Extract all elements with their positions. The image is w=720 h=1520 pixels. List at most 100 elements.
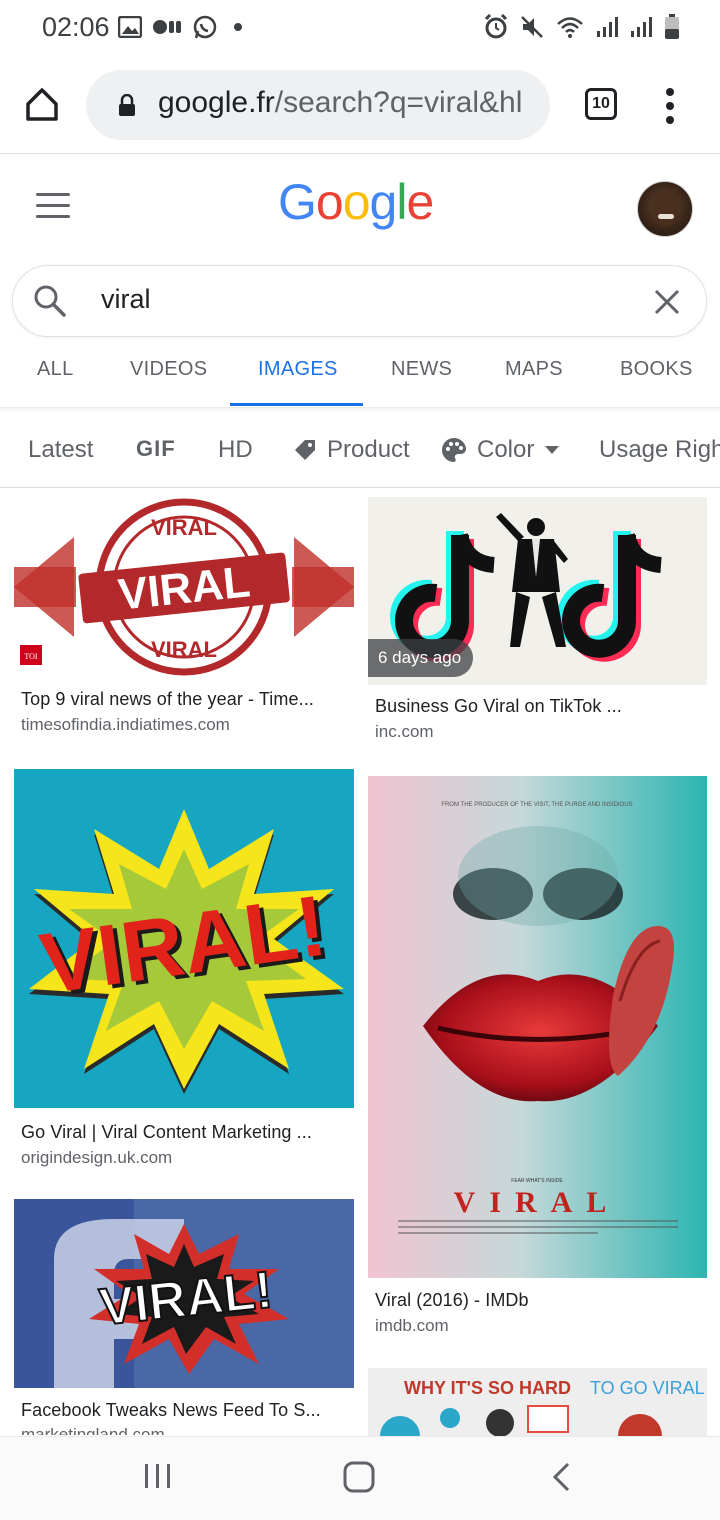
result-thumbnail[interactable]: FROM THE PRODUCER OF THE VISIT, THE PURG… [368, 776, 707, 1278]
result-title: Business Go Viral on TikTok ... [375, 696, 622, 716]
result-thumbnail[interactable]: 6 days ago [368, 497, 707, 685]
url-path: /search?q=viral&hl [274, 86, 523, 119]
url-domain: google.fr [158, 86, 275, 119]
filter-hd-label: HD [218, 436, 253, 463]
filter-gif[interactable]: GIF [136, 436, 176, 462]
filter-usage-label: Usage Righ [599, 436, 720, 463]
image-result-card[interactable]: FROM THE PRODUCER OF THE VISIT, THE PURG… [368, 776, 707, 1341]
palette-icon [442, 438, 466, 462]
tab-switcher-button[interactable]: 10 [585, 88, 617, 120]
browser-toolbar: google.fr/search?q=viral&hl 10 [0, 56, 720, 154]
result-title: Top 9 viral news of the year - Time... [21, 689, 314, 709]
result-title: Go Viral | Viral Content Marketing ... [21, 1122, 312, 1142]
search-icon[interactable] [33, 284, 67, 318]
poster-tagline: FEAR WHAT'S INSIDE [511, 1178, 563, 1184]
stamp-text-bottom: VIRAL [151, 637, 217, 662]
avatar[interactable] [637, 181, 693, 237]
mute-icon [521, 16, 543, 38]
result-thumbnail[interactable]: VIRAL! [14, 1199, 354, 1388]
gallery-icon [118, 16, 142, 38]
system-navigation-bar [0, 1436, 720, 1520]
viral-burst-image: VIRAL! VIRAL! [14, 769, 354, 1108]
logo-letter: g [369, 174, 398, 230]
battery-icon [665, 14, 679, 39]
result-thumbnail[interactable]: WHY IT'S SO HARD TO GO VIRAL [368, 1368, 707, 1436]
filter-latest[interactable]: Latest [28, 436, 93, 464]
filter-color-label: Color [477, 436, 535, 463]
result-source: imdb.com [375, 1316, 449, 1335]
status-left-icons [118, 14, 248, 40]
status-right-icons [484, 14, 680, 40]
result-source: inc.com [375, 722, 434, 741]
result-title: Viral (2016) - IMDb [375, 1290, 529, 1310]
url-text: google.fr/search?q=viral&hl [158, 86, 538, 120]
filter-latest-label: Latest [28, 436, 94, 463]
infographic-image: WHY IT'S SO HARD TO GO VIRAL [368, 1368, 707, 1436]
image-result-card[interactable]: WHY IT'S SO HARD TO GO VIRAL [368, 1368, 707, 1436]
whatsapp-icon [193, 15, 217, 39]
poster-tagline-top: FROM THE PRODUCER OF THE VISIT, THE PURG… [441, 802, 632, 808]
result-thumbnail[interactable]: VIRAL! VIRAL! [14, 769, 354, 1108]
lock-icon [119, 94, 135, 116]
viral-stamp-image: VIRAL VIRAL VIRAL TOI [14, 497, 354, 677]
logo-letter: o [315, 174, 344, 230]
search-input[interactable] [101, 284, 621, 315]
movie-poster-image: FROM THE PRODUCER OF THE VISIT, THE PURG… [368, 776, 707, 1278]
image-result-card[interactable]: VIRAL! Facebook Tweaks News Feed To S...… [14, 1199, 354, 1435]
logo-letter: e [406, 174, 434, 230]
home-icon[interactable] [22, 84, 62, 124]
logo-letter: o [342, 174, 371, 230]
tab-books[interactable]: BOOKS [620, 358, 693, 381]
close-icon[interactable] [653, 288, 681, 316]
back-icon[interactable] [550, 1461, 572, 1493]
recents-icon[interactable] [144, 1461, 172, 1491]
alarm-icon [484, 14, 508, 39]
active-tab-indicator [230, 403, 363, 406]
signal-icon [631, 17, 652, 37]
tab-videos[interactable]: VIDEOS [130, 358, 207, 381]
google-logo[interactable]: Google [278, 173, 434, 231]
filter-usage-rights[interactable]: Usage Righ [599, 436, 720, 464]
status-bar: 02:06 [0, 0, 720, 56]
chevron-down-icon [545, 446, 560, 454]
tab-maps[interactable]: MAPS [505, 358, 563, 381]
stamp-text-top: VIRAL [151, 515, 217, 540]
wifi-icon [557, 17, 583, 38]
infographic-title-red: WHY IT'S SO HARD [404, 1378, 571, 1398]
tab-images[interactable]: IMAGES [258, 358, 338, 381]
filter-chips: Latest GIF HD Product Color Usage Righ [0, 412, 720, 488]
poster-title: VIRAL [454, 1186, 621, 1219]
filter-color[interactable]: Color [441, 436, 560, 464]
search-tabs: ALL VIDEOS IMAGES NEWS MAPS BOOKS [0, 340, 720, 408]
status-time: 02:06 [42, 12, 110, 42]
result-title: Facebook Tweaks News Feed To S... [21, 1400, 321, 1420]
home-nav-icon[interactable] [343, 1461, 375, 1493]
image-result-card[interactable]: 6 days ago Business Go Viral on TikTok .… [368, 497, 707, 747]
tab-news[interactable]: NEWS [391, 358, 452, 381]
logo-letter: l [396, 174, 407, 230]
tag-icon [295, 440, 315, 460]
menu-icon[interactable] [36, 193, 70, 219]
filter-gif-label: GIF [136, 436, 176, 461]
google-header: Google [0, 155, 720, 255]
dot-icon [234, 23, 242, 31]
search-box [12, 265, 707, 337]
image-result-card[interactable]: VIRAL VIRAL VIRAL TOI Top 9 viral news o… [14, 497, 354, 747]
result-thumbnail[interactable]: VIRAL VIRAL VIRAL TOI [14, 497, 354, 677]
logo-letter: G [278, 174, 317, 230]
filter-product-label: Product [327, 436, 410, 463]
signal-icon [597, 17, 618, 37]
filter-product[interactable]: Product [293, 436, 410, 464]
result-source: timesofindia.indiatimes.com [21, 715, 230, 734]
infographic-title-blue: TO GO VIRAL [590, 1378, 705, 1398]
more-vert-icon[interactable] [664, 86, 676, 126]
filter-hd[interactable]: HD [218, 436, 253, 464]
address-bar[interactable]: google.fr/search?q=viral&hl [86, 70, 550, 140]
facebook-viral-image: VIRAL! [14, 1199, 354, 1388]
date-badge: 6 days ago [368, 639, 474, 677]
result-source: origindesign.uk.com [21, 1148, 173, 1167]
media-icon [153, 20, 181, 34]
image-result-card[interactable]: VIRAL! VIRAL! Go Viral | Viral Content M… [14, 769, 354, 1171]
tab-all[interactable]: ALL [37, 358, 74, 381]
result-source: marketingland.com [21, 1425, 165, 1435]
